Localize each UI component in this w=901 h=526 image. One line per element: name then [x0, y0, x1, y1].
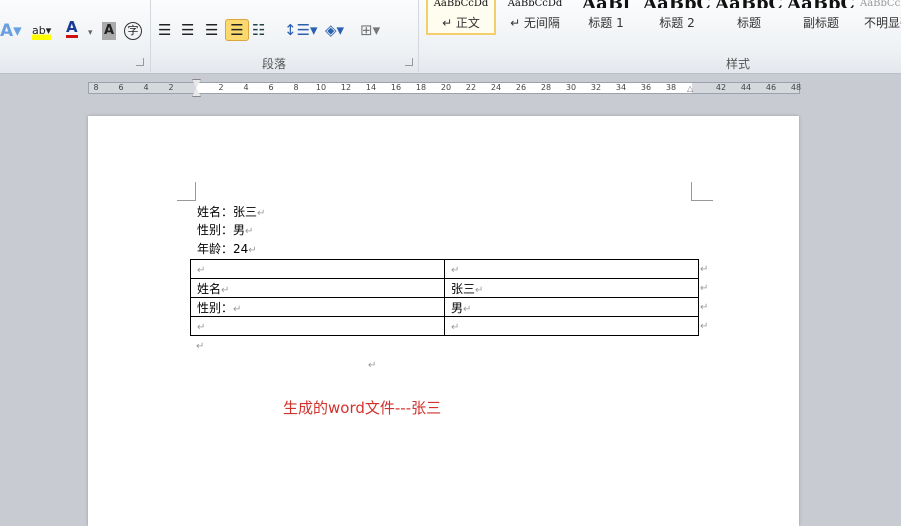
row-end-mark: ↵ — [700, 283, 709, 294]
style-subtle-emphasis[interactable]: AaBbCcD不明显强调 — [860, 0, 901, 35]
row-end-mark: ↵ — [700, 302, 709, 313]
char-shading-icon[interactable]: A — [102, 22, 117, 40]
ruler-tick-label: 4 — [143, 83, 149, 92]
ruler-tick-label: 4 — [243, 83, 249, 92]
style-heading-1[interactable]: AaBl标题 1 — [572, 0, 640, 35]
paragraph-mark: ↵ — [368, 360, 377, 371]
ruler-tick-label: 8 — [293, 83, 299, 92]
ruler-tick-label: 10 — [315, 83, 327, 92]
ruler-tick-label: 14 — [365, 83, 377, 92]
enclose-char-icon[interactable]: 字 — [124, 22, 142, 40]
ruler-tick-label: 6 — [118, 83, 124, 92]
align-center-icon[interactable]: ☰ — [181, 21, 194, 39]
ruler-tick-label: 26 — [515, 83, 527, 92]
styles-group-label: 样式 — [726, 57, 751, 71]
table-row: 姓名↵ 张三↵ — [190, 278, 699, 298]
distributed-icon[interactable]: ☷ — [252, 21, 265, 39]
align-right-icon[interactable]: ☰ — [205, 21, 218, 39]
highlight-icon[interactable]: ab▾ — [32, 22, 52, 40]
document-table[interactable]: ↵ ↵ 姓名↵ 张三↵ 性别：↵ 男↵ ↵ ↵ — [190, 259, 699, 336]
ruler-tick-label: 18 — [415, 83, 427, 92]
borders-icon[interactable]: ⊞▾ — [360, 21, 380, 39]
ruler-tick-label: 2 — [218, 83, 224, 92]
ruler-tick-label: 6 — [268, 83, 274, 92]
font-color-icon[interactable]: A — [66, 20, 78, 38]
line-spacing-icon[interactable]: ↕☰▾ — [284, 21, 318, 39]
ruler-tick-label: 36 — [640, 83, 652, 92]
ruler-tick-label: 28 — [540, 83, 552, 92]
dropdown-icon[interactable]: ▾ — [88, 24, 93, 42]
ruler-tick-label: 20 — [440, 83, 452, 92]
ruler-tick-label: 2 — [168, 83, 174, 92]
horizontal-ruler[interactable]: 8 6 4 2 2 4 6 8 10 12 14 16 18 20 22 24 26 28 30 32 34 36 38 42… — [88, 79, 802, 97]
style-subtitle[interactable]: AaBbC副标题 — [786, 0, 856, 35]
generated-file-text: 生成的word文件---张三 — [283, 399, 442, 417]
align-left-icon[interactable]: ☰ — [158, 21, 171, 39]
line-gender: 性别：男↵ — [197, 223, 254, 237]
ruler-tick-label: 22 — [465, 83, 477, 92]
ruler-tick-label: 34 — [615, 83, 627, 92]
line-name: 姓名：张三↵ — [197, 205, 266, 219]
ruler-tick-label: 8 — [93, 83, 99, 92]
style-normal[interactable]: AaBbCcDd ↵ 正文 — [426, 0, 496, 35]
row-end-mark: ↵ — [700, 321, 709, 332]
justify-icon[interactable]: ☰ — [225, 19, 249, 41]
ruler-tick-label: 42 — [715, 83, 727, 92]
shading-icon[interactable]: ◈▾ — [325, 21, 344, 39]
row-end-mark: ↵ — [700, 264, 709, 275]
ruler-tick-label: 30 — [565, 83, 577, 92]
ruler-tick-label: 24 — [490, 83, 502, 92]
table-row: ↵ ↵ — [190, 259, 699, 279]
font-dialog-launcher[interactable] — [136, 58, 144, 66]
ruler-tick-label: 12 — [340, 83, 352, 92]
ruler-tick-label: 48 — [790, 83, 802, 92]
line-age: 年龄：24↵ — [197, 242, 257, 256]
style-title[interactable]: AaBbC标题 — [714, 0, 784, 35]
paragraph-dialog-launcher[interactable] — [405, 58, 413, 66]
ruler-tick-label: 38 — [665, 83, 677, 92]
paragraph-mark: ↵ — [196, 341, 205, 352]
table-row: 性别：↵ 男↵ — [190, 297, 699, 317]
style-no-spacing[interactable]: AaBbCcDd ↵ 无间隔 — [500, 0, 570, 35]
table-row: ↵ ↵ — [190, 316, 699, 336]
text-effects-icon[interactable]: A▾ — [0, 22, 22, 40]
ruler-tick-label: 32 — [590, 83, 602, 92]
ribbon: A▾ ab▾ A ▾ A 字 ☰ ☰ ☰ ☰ ☷ ↕☰▾ ◈▾ ⊞▾ 段落 Aa… — [0, 0, 901, 74]
ruler-tick-label: 44 — [740, 83, 752, 92]
ruler-tick-label: 16 — [390, 83, 402, 92]
ruler-tick-label: 46 — [765, 83, 777, 92]
paragraph-group-label: 段落 — [262, 57, 287, 71]
right-indent-marker[interactable]: △ — [687, 84, 693, 93]
style-heading-2[interactable]: AaBbC标题 2 — [642, 0, 712, 35]
